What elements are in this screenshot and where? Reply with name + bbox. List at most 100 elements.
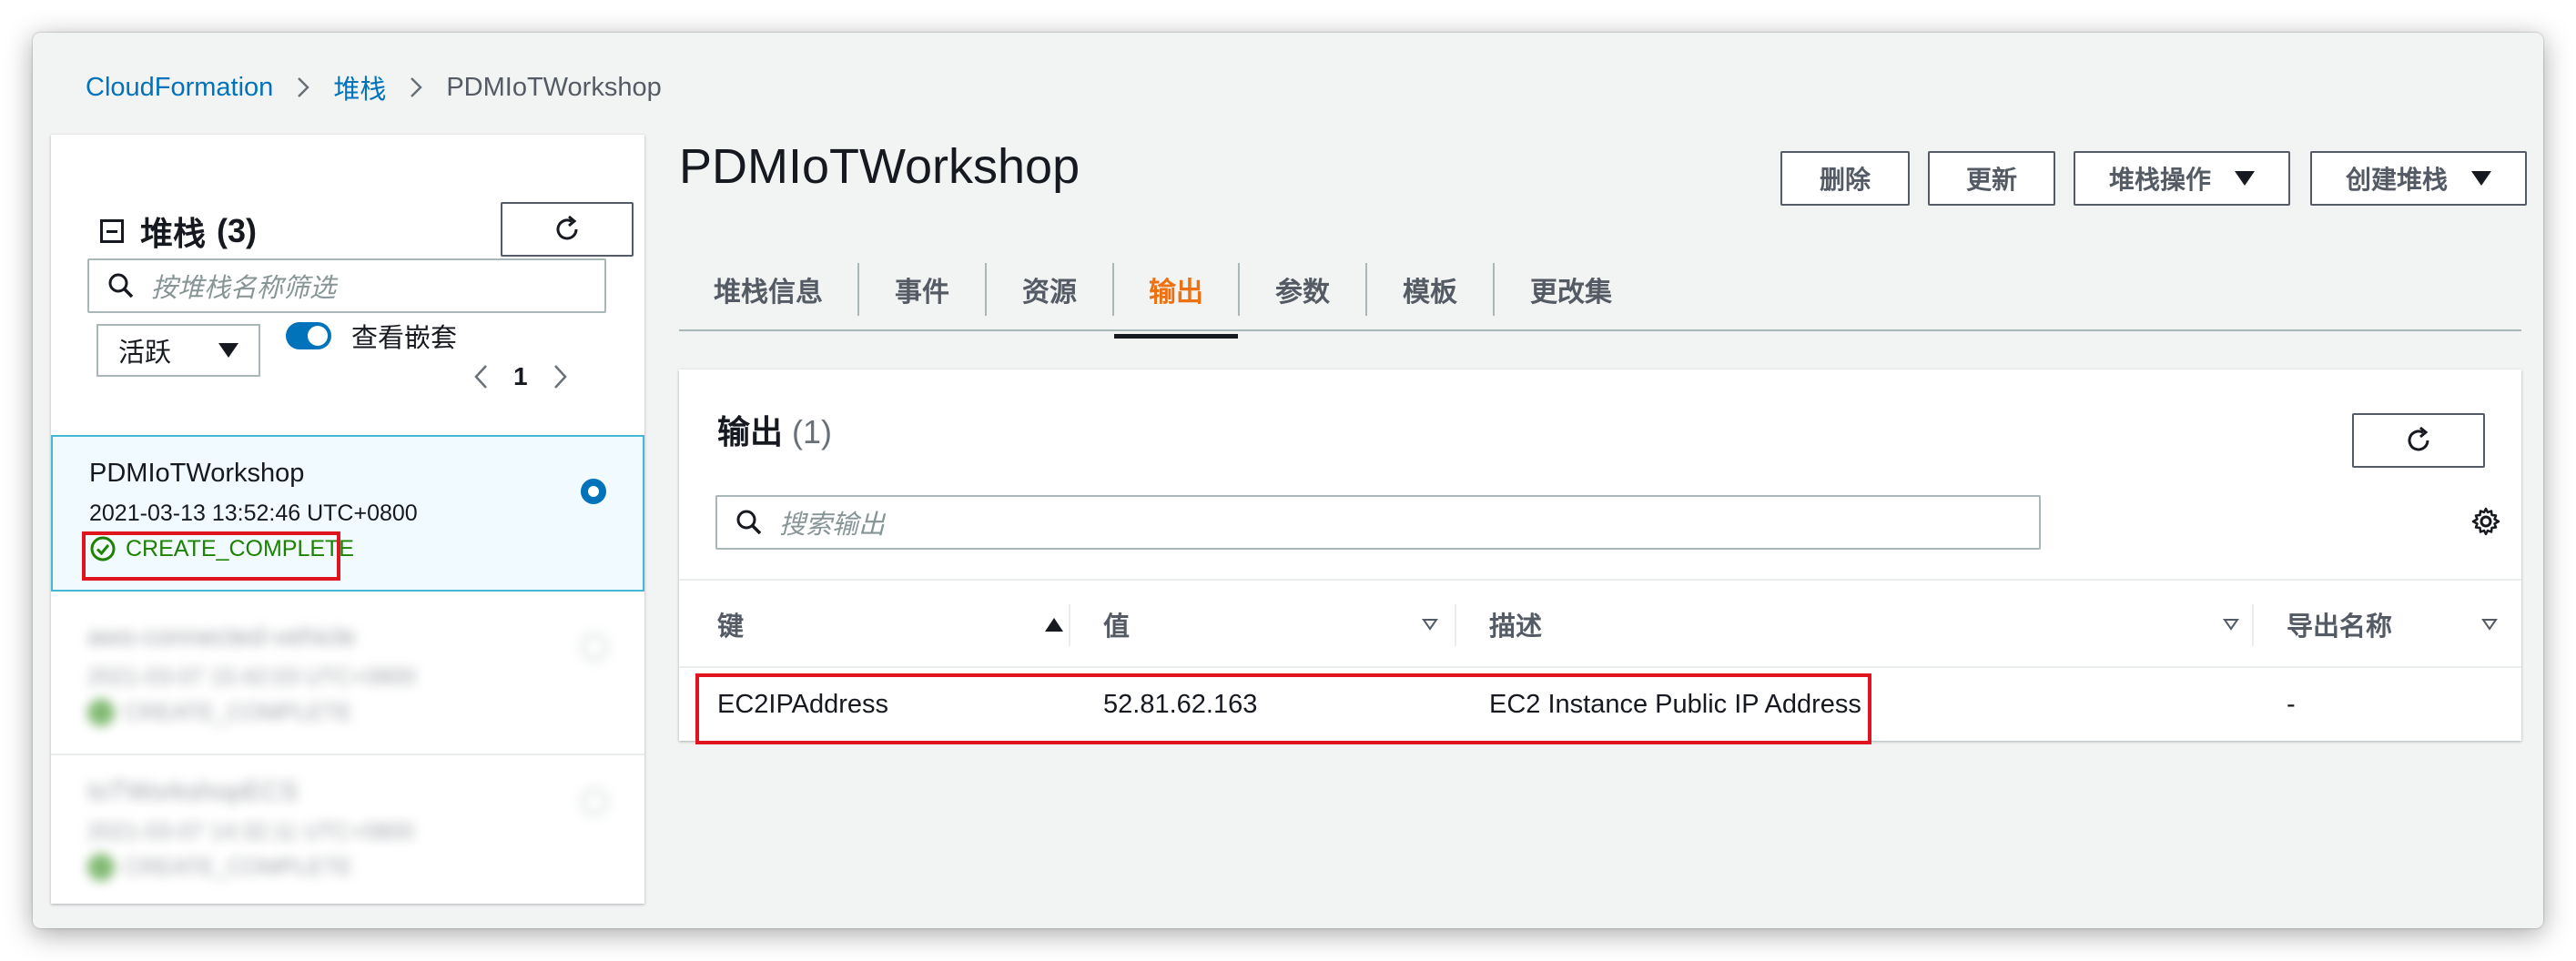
- update-button[interactable]: 更新: [1928, 151, 2055, 206]
- stack-status-label: CREATE_COMPLETE: [124, 699, 352, 725]
- caret-down-icon: [2471, 171, 2491, 186]
- stack-name[interactable]: IoTWorkshopECS: [87, 777, 299, 807]
- tab-change-sets[interactable]: 更改集: [1495, 244, 1648, 335]
- tab-label: 堆栈信息: [714, 278, 823, 308]
- stack-name[interactable]: PDMIoTWorkshop: [89, 459, 304, 489]
- stacks-panel-title: 堆栈 (3): [100, 207, 257, 255]
- search-icon: [736, 510, 762, 535]
- stack-status: CREATE_COMPLETE: [87, 854, 352, 881]
- tab-template[interactable]: 模板: [1367, 244, 1493, 335]
- stack-actions-dropdown[interactable]: 堆栈操作: [2074, 151, 2290, 206]
- outputs-panel: 输出 (1) 搜索输出 键 值 描述 导出名称 EC2IPAddress 52.…: [679, 369, 2521, 744]
- column-header-label: 描述: [1489, 612, 1543, 642]
- stacks-refresh-button[interactable]: [501, 202, 634, 257]
- column-header-label: 值: [1103, 612, 1131, 642]
- nested-toggle-label: 查看嵌套: [351, 324, 458, 353]
- tab-resources[interactable]: 资源: [987, 244, 1112, 335]
- check-circle-icon: [87, 854, 115, 881]
- stack-item-selected[interactable]: PDMIoTWorkshop 2021-03-13 13:52:46 UTC+0…: [51, 435, 644, 592]
- create-stack-label: 创建堆栈: [2345, 166, 2448, 194]
- sort-icon[interactable]: [2223, 618, 2239, 631]
- stacks-title-label: 堆栈: [140, 215, 207, 252]
- outputs-title: 输出 (1): [717, 406, 832, 453]
- page-title: PDMIoTWorkshop: [679, 139, 1080, 194]
- tab-label: 事件: [895, 278, 949, 308]
- breadcrumb-stacks-link[interactable]: 堆栈: [333, 68, 386, 106]
- tab-events[interactable]: 事件: [859, 244, 985, 335]
- tab-label: 参数: [1275, 278, 1330, 308]
- sort-icon[interactable]: [2481, 618, 2498, 631]
- column-divider: [1455, 604, 1456, 646]
- stack-name[interactable]: aws-connected-vehicle: [87, 622, 356, 652]
- stack-radio[interactable]: [581, 633, 608, 661]
- tab-label: 模板: [1403, 278, 1457, 308]
- chevron-right-icon: [297, 76, 310, 98]
- page-number[interactable]: 1: [513, 362, 528, 391]
- outputs-search-input[interactable]: 搜索输出: [715, 495, 2041, 550]
- console-window: CloudFormation 堆栈 PDMIoTWorkshop 堆栈 (3): [33, 33, 2543, 928]
- nested-toggle[interactable]: 查看嵌套: [286, 317, 457, 355]
- stacks-panel: 堆栈 (3) 按堆栈名称筛选 活跃 查看嵌套 1 PDMIoTWorkshop …: [51, 135, 644, 904]
- stack-item[interactable]: IoTWorkshopECS 2021-03-07 14:32:11 UTC+0…: [51, 755, 644, 904]
- tab-stack-info[interactable]: 堆栈信息: [679, 244, 857, 335]
- outputs-search-placeholder: 搜索输出: [779, 511, 886, 540]
- breadcrumb: CloudFormation 堆栈 PDMIoTWorkshop: [86, 69, 662, 106]
- tab-outputs[interactable]: 输出: [1114, 244, 1238, 339]
- stack-created-date: 2021-03-13 13:52:46 UTC+0800: [89, 501, 418, 526]
- column-header-description[interactable]: 描述: [1489, 581, 2239, 668]
- column-header-export-name[interactable]: 导出名称: [2287, 581, 2498, 668]
- stacks-search-placeholder: 按堆栈名称筛选: [151, 274, 337, 303]
- sort-icon[interactable]: [1422, 618, 1438, 631]
- tab-label: 输出: [1149, 278, 1203, 308]
- column-divider: [2252, 604, 2254, 646]
- update-button-label: 更新: [1965, 166, 2017, 194]
- column-header-key[interactable]: 键: [717, 581, 1063, 668]
- refresh-icon: [556, 215, 578, 240]
- breadcrumb-current: PDMIoTWorkshop: [446, 72, 662, 102]
- tab-label: 资源: [1022, 278, 1077, 308]
- stack-status: CREATE_COMPLETE: [87, 699, 352, 726]
- stacks-search-input[interactable]: 按堆栈名称筛选: [87, 258, 606, 313]
- tab-bar: 堆栈信息 事件 资源 输出 参数 模板 更改集: [679, 244, 2521, 339]
- outputs-table-header: 键 值 描述 导出名称: [679, 579, 2521, 668]
- outputs-refresh-button[interactable]: [2352, 413, 2485, 468]
- outputs-title-label: 输出: [717, 413, 784, 450]
- column-header-value[interactable]: 值: [1103, 581, 1438, 668]
- stack-radio[interactable]: [581, 788, 608, 815]
- delete-button-label: 删除: [1819, 166, 1871, 194]
- status-filter-select[interactable]: 活跃: [96, 324, 260, 377]
- stack-status-label: CREATE_COMPLETE: [124, 854, 352, 880]
- caret-down-icon: [218, 343, 238, 358]
- stack-created-date: 2021-03-07 15:42:03 UTC+0800: [87, 664, 416, 690]
- status-highlight-box: [82, 531, 340, 581]
- status-filter-value: 活跃: [118, 339, 172, 368]
- stack-item[interactable]: aws-connected-vehicle 2021-03-07 15:42:0…: [51, 601, 644, 752]
- refresh-icon: [2408, 426, 2429, 451]
- pagination: 1: [473, 362, 568, 391]
- outputs-count: (1): [792, 413, 833, 450]
- check-circle-icon: [87, 699, 115, 726]
- stack-radio-selected[interactable]: [581, 479, 606, 504]
- chevron-right-icon[interactable]: [553, 364, 568, 389]
- column-header-label: 导出名称: [2287, 612, 2393, 642]
- gear-icon[interactable]: [2470, 506, 2501, 541]
- column-divider: [1069, 604, 1070, 646]
- stacks-count: (3): [217, 212, 258, 249]
- delete-button[interactable]: 删除: [1780, 151, 1910, 206]
- search-icon: [108, 273, 134, 298]
- toggle-switch[interactable]: [286, 322, 331, 349]
- chevron-left-icon[interactable]: [473, 364, 488, 389]
- breadcrumb-cloudformation-link[interactable]: CloudFormation: [86, 73, 273, 103]
- stack-created-date: 2021-03-07 14:32:11 UTC+0800: [87, 819, 414, 845]
- create-stack-dropdown[interactable]: 创建堆栈: [2310, 151, 2527, 206]
- tab-parameters[interactable]: 参数: [1240, 244, 1365, 335]
- output-export-name-cell: -: [2287, 689, 2296, 719]
- chevron-right-icon: [410, 76, 423, 98]
- column-header-label: 键: [717, 612, 745, 642]
- tab-label: 更改集: [1530, 278, 1612, 308]
- sort-ascending-icon[interactable]: [1045, 617, 1063, 632]
- collapse-icon[interactable]: [100, 219, 124, 243]
- caret-down-icon: [2235, 171, 2255, 186]
- row-highlight-box: [695, 673, 1871, 744]
- stack-actions-label: 堆栈操作: [2108, 166, 2211, 194]
